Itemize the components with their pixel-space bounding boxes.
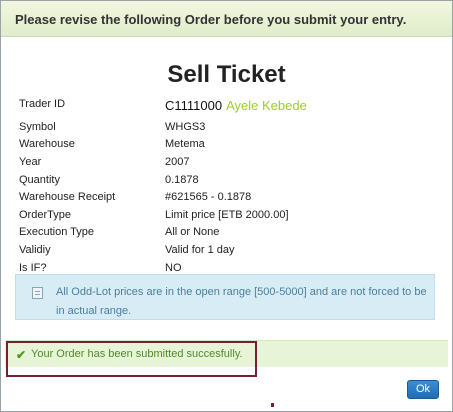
field-row-trader-id: Trader ID C1111000 Ayele Kebede [19, 98, 439, 115]
field-row-warehouse: Warehouse Metema [19, 138, 439, 155]
field-row-order-type: OrderType Limit price [ETB 2000.00] [19, 209, 439, 226]
page-title: Sell Ticket [167, 61, 286, 88]
field-row-validity: Validiy Valid for 1 day [19, 244, 439, 261]
header-message: Please revise the following Order before… [15, 12, 407, 27]
field-value: #621565 - 0.1878 [165, 191, 252, 203]
field-value: Valid for 1 day [165, 244, 235, 256]
info-alert-text: All Odd-Lot prices are in the open range… [56, 286, 427, 317]
field-value: C1111000 Ayele Kebede [165, 98, 307, 113]
trader-id-value: C1111000 [165, 98, 223, 113]
field-value: 2007 [165, 156, 190, 168]
field-row-execution-type: Execution Type All or None [19, 226, 439, 243]
field-value: WHGS3 [165, 121, 206, 133]
trader-name-value: Ayele Kebede [226, 98, 307, 113]
field-label: Execution Type [19, 226, 95, 238]
field-row-quantity: Quantity 0.1878 [19, 174, 439, 191]
marker-dot [271, 403, 274, 407]
field-value: Limit price [ETB 2000.00] [165, 209, 289, 221]
info-alert: All Odd-Lot prices are in the open range… [15, 274, 435, 320]
field-value: NO [165, 262, 182, 274]
field-value: All or None [165, 226, 220, 238]
field-row-symbol: Symbol WHGS3 [19, 121, 439, 138]
field-label: Validiy [19, 244, 51, 256]
field-label: OrderType [19, 209, 71, 221]
order-dialog: Please revise the following Order before… [0, 0, 453, 412]
field-label: Warehouse Receipt [19, 191, 116, 203]
field-label: Is IF? [19, 262, 47, 274]
dialog-header: Please revise the following Order before… [1, 1, 452, 37]
document-icon [32, 287, 43, 299]
highlight-box [6, 341, 257, 377]
field-value: Metema [165, 138, 205, 150]
field-label: Trader ID [19, 98, 66, 110]
field-label: Warehouse [19, 138, 75, 150]
field-row-warehouse-receipt: Warehouse Receipt #621565 - 0.1878 [19, 191, 439, 208]
ok-button[interactable]: Ok [407, 380, 439, 399]
field-label: Quantity [19, 174, 60, 186]
field-label: Year [19, 156, 42, 168]
field-row-year: Year 2007 [19, 156, 439, 173]
field-label: Symbol [19, 121, 56, 133]
field-value: 0.1878 [165, 174, 199, 186]
